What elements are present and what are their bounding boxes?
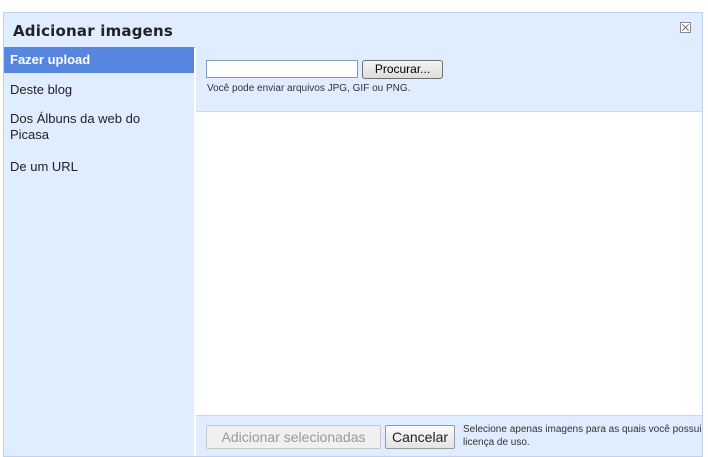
add-selected-button[interactable]: Adicionar selecionadas (206, 425, 381, 449)
license-note: Selecione apenas imagens para as quais v… (463, 424, 702, 448)
sidebar-item-picasa[interactable]: Dos Álbuns da web do Picasa (4, 111, 174, 143)
upload-bar: Procurar... Você pode enviar arquivos JP… (196, 47, 702, 112)
main-panel: Procurar... Você pode enviar arquivos JP… (196, 47, 702, 456)
file-path-input[interactable] (206, 60, 358, 78)
sidebar-item-this-blog[interactable]: Deste blog (4, 82, 194, 98)
sidebar-item-url[interactable]: De um URL (4, 159, 194, 175)
browse-button[interactable]: Procurar... (362, 60, 443, 79)
add-images-dialog: Adicionar imagens Fazer upload Deste blo… (3, 12, 703, 457)
dialog-footer: Adicionar selecionadas Cancelar Selecion… (196, 415, 702, 456)
close-icon[interactable] (680, 22, 691, 33)
source-sidebar: Fazer upload Deste blog Dos Álbuns da we… (4, 47, 194, 456)
dialog-title: Adicionar imagens (13, 22, 174, 40)
cancel-button[interactable]: Cancelar (385, 425, 455, 449)
sidebar-item-upload[interactable]: Fazer upload (4, 47, 194, 73)
dialog-titlebar: Adicionar imagens (4, 13, 702, 48)
file-type-hint: Você pode enviar arquivos JPG, GIF ou PN… (207, 83, 411, 94)
